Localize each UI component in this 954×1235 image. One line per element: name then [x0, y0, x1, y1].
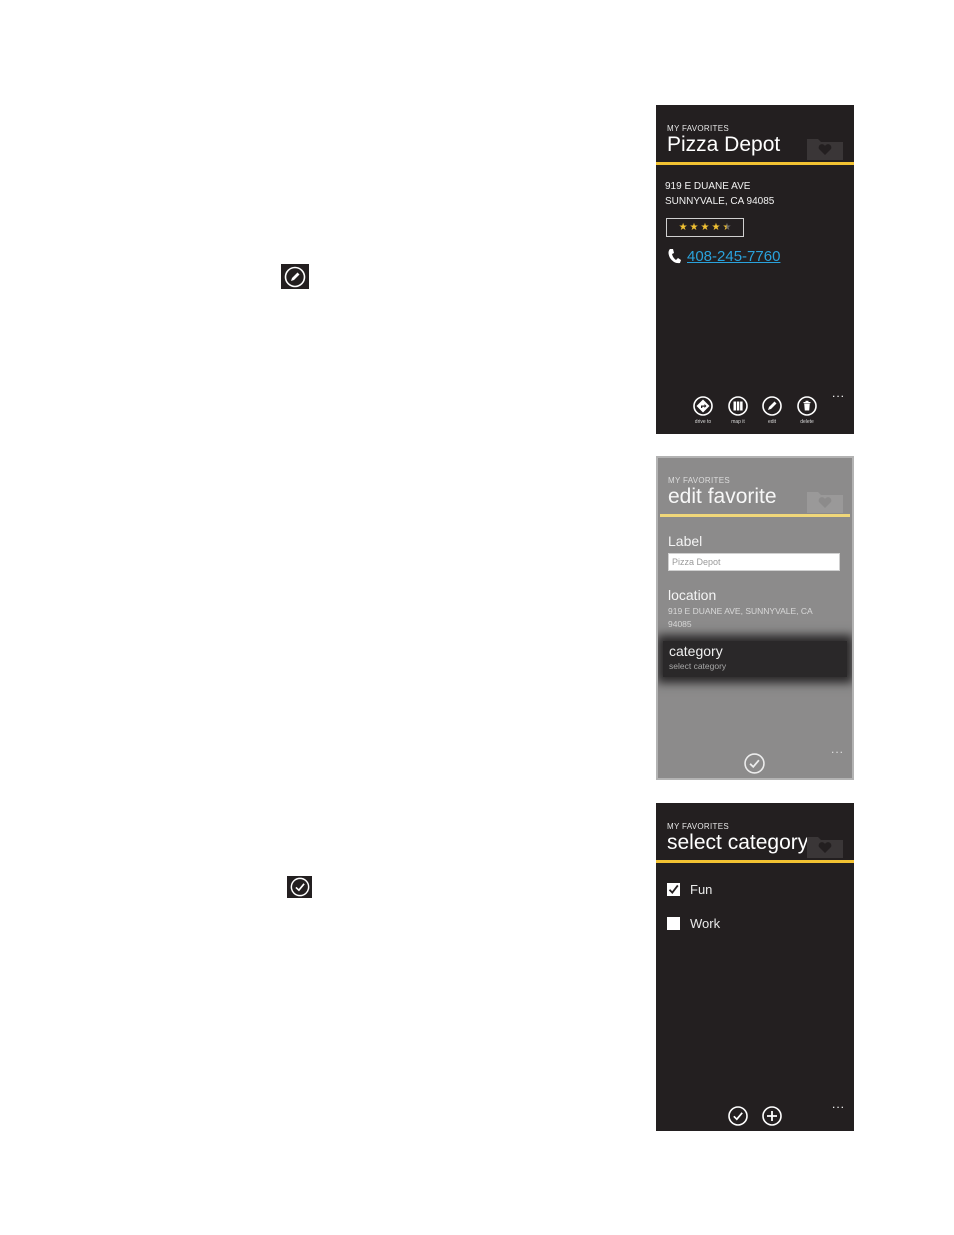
drive-to-button[interactable]: drive to: [686, 396, 720, 425]
edit-button[interactable]: edit: [755, 396, 789, 425]
delete-label: delete: [800, 419, 814, 425]
phone-number-row[interactable]: 408-245-7760: [666, 247, 780, 265]
page-title: Pizza Depot: [667, 133, 781, 156]
drive-to-label: drive to: [694, 419, 712, 425]
page-title: edit favorite: [668, 485, 777, 508]
favorite-details-screen: MY FAVORITES Pizza Depot 919 E DUANE AVE…: [656, 105, 854, 434]
edit-favorite-screen: MY FAVORITES edit favorite Label locatio…: [656, 456, 854, 780]
app-title: MY FAVORITES: [667, 124, 729, 133]
phone-icon: [668, 249, 681, 264]
star-icon: ★: [711, 221, 721, 233]
star-icon: ★: [678, 221, 688, 233]
more-button[interactable]: ...: [832, 387, 845, 399]
select-category-screen: MY FAVORITES select category Fun Work ..…: [656, 803, 854, 1131]
address-line-2: SUNNYVALE, CA 94085: [665, 196, 775, 207]
check-icon[interactable]: [728, 1106, 748, 1126]
check-icon: [287, 876, 312, 898]
map-it-label: map it: [731, 419, 745, 425]
phone-number-link[interactable]: 408-245-7760: [687, 248, 780, 265]
category-option-work[interactable]: Work: [667, 916, 720, 931]
delete-button[interactable]: delete: [790, 396, 824, 425]
edit-label: edit: [767, 419, 777, 425]
more-button[interactable]: ...: [831, 743, 844, 755]
star-icon: ★: [689, 221, 699, 233]
location-heading: location: [668, 587, 717, 603]
category-heading: category: [669, 643, 723, 659]
half-star-icon: ★: [722, 221, 732, 233]
add-icon[interactable]: [762, 1106, 782, 1126]
more-button[interactable]: ...: [832, 1098, 845, 1110]
checkbox-checked[interactable]: [667, 883, 680, 896]
favorites-folder-icon: [807, 492, 843, 513]
label-heading: Label: [668, 533, 703, 549]
checkbox-unchecked[interactable]: [667, 917, 680, 930]
address-line-1: 919 E DUANE AVE: [665, 181, 751, 192]
map-icon: [728, 396, 748, 416]
location-value: 919 E DUANE AVE, SUNNYVALE, CA 94085: [668, 606, 813, 629]
delete-icon: [797, 396, 817, 416]
accent-line: [656, 860, 854, 863]
app-bar: drive to map it edit delete ...: [656, 387, 854, 428]
accent-line: [660, 514, 850, 517]
category-placeholder: select category: [669, 661, 727, 671]
app-title: MY FAVORITES: [668, 476, 730, 485]
accent-line: [656, 162, 854, 165]
label-input[interactable]: [668, 553, 840, 571]
edit-icon: [762, 396, 782, 416]
directions-icon: [693, 396, 713, 416]
app-title: MY FAVORITES: [667, 822, 729, 831]
edit-icon: [281, 264, 309, 289]
category-label: Work: [690, 916, 721, 931]
star-icon: ★: [700, 221, 710, 233]
checkmark-icon: [668, 884, 679, 894]
favorites-folder-icon: [807, 837, 843, 858]
category-label: Fun: [690, 882, 713, 897]
category-picker[interactable]: category select category: [663, 641, 847, 677]
page-title: select category: [667, 831, 809, 854]
save-check-icon[interactable]: [744, 753, 765, 774]
map-it-button[interactable]: map it: [721, 396, 755, 425]
category-option-fun[interactable]: Fun: [667, 882, 712, 897]
rating-stars: ★ ★ ★ ★ ★: [666, 218, 744, 237]
favorites-folder-icon: [807, 139, 843, 160]
